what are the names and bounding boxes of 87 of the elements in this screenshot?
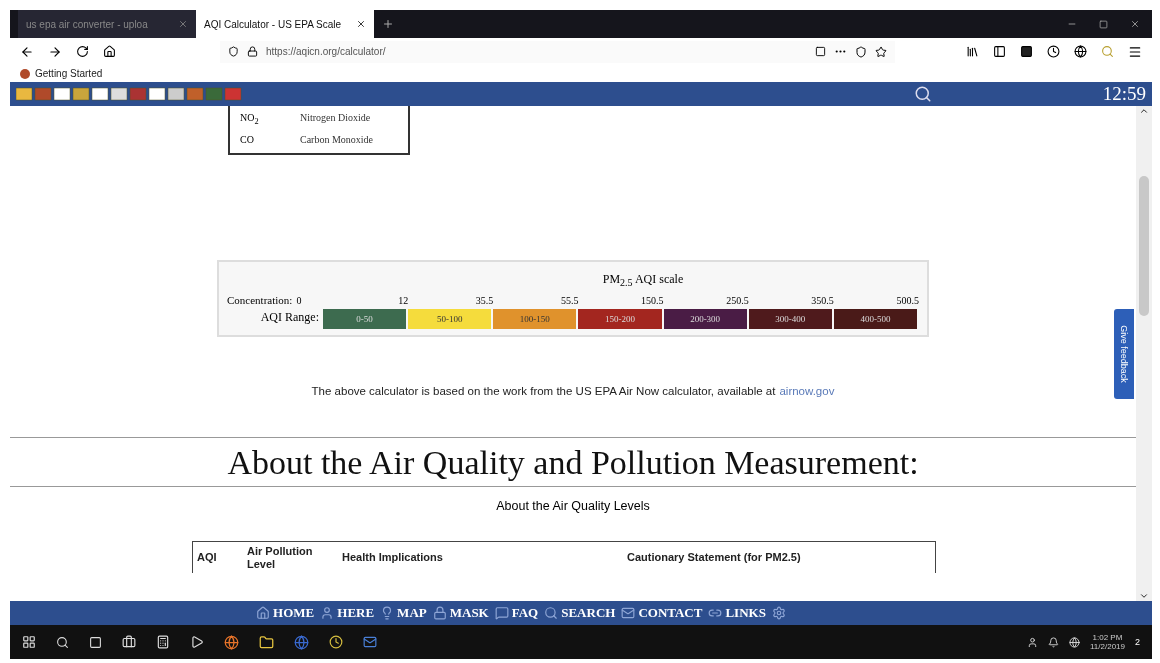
network-icon[interactable] bbox=[1069, 636, 1080, 648]
person-icon bbox=[320, 606, 335, 620]
star-icon[interactable] bbox=[875, 45, 887, 58]
search-icon[interactable] bbox=[56, 635, 69, 649]
aqi-range-segment: 150-200 bbox=[578, 309, 662, 330]
aqi-range-segment: 100-150 bbox=[493, 309, 577, 330]
folder-icon[interactable] bbox=[259, 634, 274, 650]
new-tab-icon[interactable] bbox=[382, 18, 394, 30]
chat-icon bbox=[494, 606, 509, 620]
concentration-tick: 35.5 bbox=[474, 294, 494, 306]
concentration-tick: 350.5 bbox=[810, 294, 834, 306]
mail-icon[interactable] bbox=[363, 635, 377, 649]
pollutant-code: NO$_{2}$ bbox=[240, 112, 260, 126]
bell-icon[interactable] bbox=[1048, 636, 1059, 648]
back-icon[interactable] bbox=[20, 44, 34, 59]
scroll-down-icon[interactable] bbox=[1139, 591, 1149, 601]
clock-icon[interactable] bbox=[1047, 44, 1060, 58]
forward-icon[interactable] bbox=[48, 44, 62, 59]
aqi-range-segment: 50-100 bbox=[408, 309, 492, 330]
reload-icon[interactable] bbox=[76, 45, 89, 58]
play-icon[interactable] bbox=[190, 635, 204, 649]
concentration-tick: 500.5 bbox=[895, 294, 919, 306]
link-icon bbox=[708, 606, 723, 620]
nav-link[interactable]: MAP bbox=[380, 605, 427, 621]
nav-link[interactable]: SEARCH bbox=[544, 605, 616, 621]
globe-icon[interactable] bbox=[224, 634, 239, 650]
menu-icon[interactable] bbox=[1128, 44, 1142, 59]
maximize-icon[interactable] bbox=[1099, 19, 1108, 29]
concentration-tick: 12 bbox=[397, 294, 409, 306]
section-heading: About the Air Quality and Pollution Measurement: bbox=[227, 444, 919, 483]
concentration-tick: 55.5 bbox=[559, 294, 579, 306]
sidebar-icon[interactable] bbox=[993, 44, 1006, 58]
column-header: AQI bbox=[197, 551, 218, 565]
pollutant-code: CO bbox=[240, 134, 255, 145]
task-view-icon[interactable] bbox=[89, 635, 102, 649]
concentration-tick: 0 bbox=[296, 294, 302, 306]
concentration-label: Concentration: bbox=[227, 294, 293, 307]
scale-title: PM$_{2.5}$ AQI scale bbox=[602, 272, 684, 289]
search-icon[interactable] bbox=[914, 85, 932, 103]
aqi-range-segment: 300-400 bbox=[748, 309, 832, 330]
library-icon[interactable] bbox=[966, 44, 979, 58]
globe-icon[interactable] bbox=[1074, 44, 1087, 58]
source-note: The above calculator is based on the work from the US EPA Air Now calculator, available at airnow.gov bbox=[311, 385, 835, 398]
shield-icon bbox=[228, 46, 239, 57]
calculator-icon[interactable] bbox=[156, 635, 170, 649]
address-bar[interactable]: https://aqicn.org/calculator/ bbox=[220, 40, 895, 63]
nav-link[interactable]: LINKS bbox=[708, 605, 766, 621]
nav-link[interactable]: FAQ bbox=[494, 605, 539, 621]
pollutant-name: Carbon Monoxide bbox=[300, 134, 374, 145]
nav-link[interactable]: HOME bbox=[256, 605, 315, 621]
browser-tab[interactable]: AQI Calculator - US EPA Scale bbox=[196, 10, 374, 38]
range-label: AQI Range: bbox=[259, 310, 320, 326]
home-icon bbox=[256, 606, 271, 620]
start-icon[interactable] bbox=[22, 635, 36, 649]
aqi-range-segment: 400-500 bbox=[833, 309, 917, 330]
tray-clock[interactable]: 1:02 PM 11/2/2019 bbox=[1090, 633, 1125, 651]
nav-link[interactable]: CONTACT bbox=[621, 605, 703, 621]
mail-icon bbox=[621, 606, 636, 620]
aqi-range-segment: 0-50 bbox=[323, 309, 407, 330]
concentration-tick: 150.5 bbox=[640, 294, 664, 306]
clock-time: 12:59 bbox=[1102, 83, 1146, 105]
subheading: About the Air Quality Levels bbox=[496, 499, 650, 514]
lock-icon bbox=[432, 606, 447, 620]
scrollbar-thumb[interactable] bbox=[1139, 176, 1149, 316]
column-header: Health Implications bbox=[342, 551, 444, 565]
bookmark-link[interactable]: Getting Started bbox=[20, 68, 103, 79]
nav-link[interactable]: MASK bbox=[432, 605, 489, 621]
scroll-up-icon[interactable] bbox=[1139, 106, 1149, 116]
column-header: Cautionary Statement (for PM2.5) bbox=[627, 551, 802, 565]
airnow-link[interactable]: airnow.gov bbox=[779, 385, 835, 398]
search-icon bbox=[544, 606, 559, 620]
concentration-tick: 250.5 bbox=[725, 294, 749, 306]
notification-count[interactable]: 2 bbox=[1135, 637, 1140, 647]
aqi-range-segment: 200-300 bbox=[663, 309, 747, 330]
square-icon[interactable] bbox=[1020, 44, 1033, 58]
briefcase-icon[interactable] bbox=[122, 635, 136, 649]
close-icon[interactable] bbox=[356, 19, 366, 29]
nav-link[interactable]: HERE bbox=[320, 605, 375, 621]
feedback-tab[interactable]: Give feedback bbox=[1114, 309, 1134, 399]
pollutant-name: Nitrogen Dioxide bbox=[300, 112, 371, 125]
column-header: Air Pollution Level bbox=[247, 544, 314, 571]
browser-tab[interactable]: us epa air converter - uploa bbox=[18, 10, 196, 38]
close-icon[interactable] bbox=[1130, 19, 1140, 29]
home-icon[interactable] bbox=[103, 45, 116, 58]
lock-icon bbox=[247, 46, 258, 57]
person-icon[interactable] bbox=[1027, 636, 1038, 648]
settings-icon[interactable] bbox=[771, 606, 786, 620]
